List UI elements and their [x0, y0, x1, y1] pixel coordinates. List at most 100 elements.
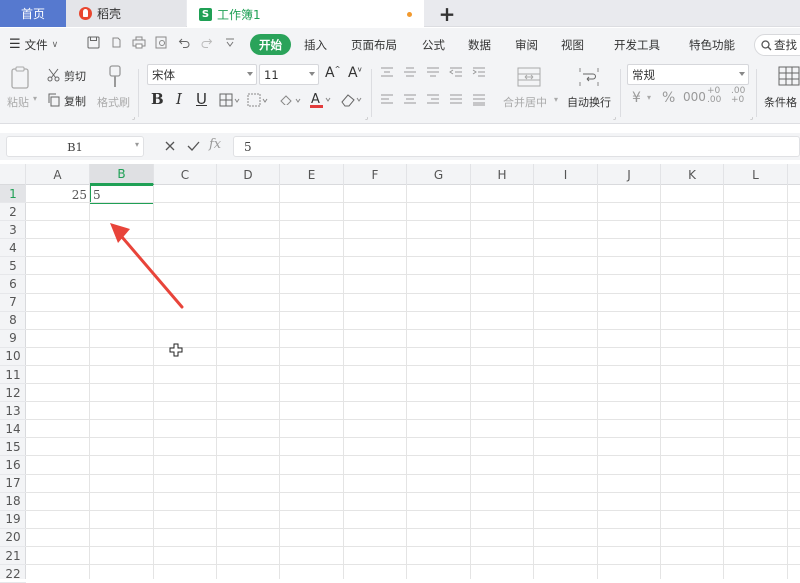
- number-launcher-icon[interactable]: ⌟: [750, 113, 753, 121]
- copy-icon[interactable]: [47, 93, 61, 107]
- column-header-l[interactable]: L: [724, 164, 788, 185]
- column-header-j[interactable]: J: [598, 164, 661, 185]
- border-icon[interactable]: [219, 93, 241, 107]
- row-header-15[interactable]: 15: [0, 438, 26, 457]
- tab-developer[interactable]: 开发工具: [614, 28, 660, 61]
- column-header-k[interactable]: K: [661, 164, 724, 185]
- column-header-h[interactable]: H: [471, 164, 534, 185]
- column-header-g[interactable]: G: [407, 164, 471, 185]
- row-header-20[interactable]: 20: [0, 529, 26, 547]
- column-header-d[interactable]: D: [217, 164, 280, 185]
- thousands-separator-icon[interactable]: 000: [683, 90, 706, 104]
- row-header-1[interactable]: 1: [0, 185, 26, 203]
- conditional-format-icon[interactable]: [778, 66, 800, 88]
- tab-insert[interactable]: 插入: [304, 28, 327, 61]
- column-header-i[interactable]: I: [534, 164, 598, 185]
- tab-view[interactable]: 视图: [561, 28, 584, 61]
- row-header-18[interactable]: 18: [0, 493, 26, 511]
- tab-workbook[interactable]: S 工作簿1: [187, 0, 424, 28]
- row-header-6[interactable]: 6: [0, 276, 26, 294]
- customize-toolbar-icon[interactable]: [225, 38, 235, 47]
- formula-input[interactable]: 5: [233, 136, 800, 157]
- cut-button[interactable]: 剪切: [64, 68, 86, 84]
- underline-icon[interactable]: U: [196, 90, 207, 108]
- save-icon[interactable]: [87, 36, 100, 49]
- currency-icon[interactable]: ¥: [632, 90, 641, 106]
- align-center-icon[interactable]: [403, 94, 417, 106]
- row-header-4[interactable]: 4: [0, 239, 26, 258]
- row-header-14[interactable]: 14: [0, 420, 26, 439]
- row-header-13[interactable]: 13: [0, 402, 26, 421]
- search-command-box[interactable]: 查找: [754, 34, 800, 56]
- redo-icon[interactable]: [200, 36, 213, 49]
- conditional-format-button[interactable]: 条件格: [764, 94, 797, 110]
- format-painter-icon[interactable]: [106, 65, 124, 89]
- cancel-edit-icon[interactable]: [164, 140, 176, 152]
- font-size-select[interactable]: 11: [259, 64, 319, 85]
- number-format-select[interactable]: 常规: [627, 64, 749, 85]
- insert-function-icon[interactable]: fx: [209, 137, 221, 152]
- row-header-12[interactable]: 12: [0, 384, 26, 403]
- file-menu[interactable]: ☰ 文件 ∨: [9, 28, 58, 61]
- merge-dropdown-icon[interactable]: ▾: [554, 95, 558, 104]
- tab-home[interactable]: 首页: [0, 0, 66, 27]
- row-header-17[interactable]: 17: [0, 475, 26, 493]
- tab-features[interactable]: 特色功能: [689, 28, 735, 61]
- column-header-b[interactable]: B: [90, 164, 154, 185]
- scissors-icon[interactable]: [47, 68, 61, 82]
- font-launcher-icon[interactable]: ⌟: [365, 113, 368, 121]
- column-header-a[interactable]: A: [26, 164, 90, 185]
- row-header-2[interactable]: 2: [0, 203, 26, 222]
- font-name-select[interactable]: 宋体: [147, 64, 257, 85]
- eraser-icon[interactable]: [340, 92, 364, 107]
- confirm-edit-icon[interactable]: [187, 140, 200, 152]
- row-header-5[interactable]: 5: [0, 257, 26, 276]
- row-header-19[interactable]: 19: [0, 511, 26, 529]
- row-header-7[interactable]: 7: [0, 294, 26, 312]
- align-bottom-icon[interactable]: [426, 67, 440, 79]
- decrease-font-icon[interactable]: Av: [348, 65, 362, 81]
- indent-decrease-icon[interactable]: [449, 67, 463, 79]
- row-header-8[interactable]: 8: [0, 312, 26, 330]
- tab-data[interactable]: 数据: [468, 28, 491, 61]
- bold-icon[interactable]: B: [151, 90, 164, 108]
- italic-icon[interactable]: I: [176, 90, 182, 108]
- row-header-9[interactable]: 9: [0, 330, 26, 348]
- row-header-22[interactable]: 22: [0, 565, 26, 583]
- increase-decimal-icon[interactable]: +0.00: [707, 87, 721, 105]
- new-tab-button[interactable]: +: [436, 0, 458, 27]
- row-header-21[interactable]: 21: [0, 547, 26, 565]
- percent-icon[interactable]: %: [662, 90, 675, 106]
- merge-cells-icon[interactable]: [517, 66, 541, 88]
- fill-color-icon[interactable]: [279, 93, 303, 107]
- row-header-3[interactable]: 3: [0, 221, 26, 240]
- wrap-text-icon[interactable]: [577, 66, 601, 88]
- justify-icon[interactable]: [449, 94, 463, 106]
- font-color-icon[interactable]: A: [310, 91, 334, 108]
- export-icon[interactable]: [110, 36, 123, 49]
- tab-start[interactable]: 开始: [250, 34, 291, 55]
- wrap-text-button[interactable]: 自动换行: [567, 94, 611, 110]
- align-top-icon[interactable]: [380, 67, 394, 79]
- row-header-16[interactable]: 16: [0, 457, 26, 475]
- currency-dropdown-icon[interactable]: ▾: [647, 93, 651, 102]
- decrease-decimal-icon[interactable]: .00 +0: [731, 87, 745, 105]
- paste-dropdown-icon[interactable]: ▾: [33, 94, 37, 103]
- align-middle-icon[interactable]: [403, 67, 417, 79]
- align-launcher-icon[interactable]: ⌟: [613, 113, 616, 121]
- select-all-corner[interactable]: [0, 164, 26, 185]
- merge-center-button[interactable]: 合并居中: [503, 94, 547, 110]
- copy-button[interactable]: 复制: [64, 93, 86, 109]
- column-header-f[interactable]: F: [344, 164, 407, 185]
- print-icon[interactable]: [132, 36, 146, 49]
- paste-icon[interactable]: [10, 66, 32, 90]
- tab-daoke[interactable]: 稻壳: [66, 0, 186, 27]
- row-header-11[interactable]: 11: [0, 366, 26, 384]
- distributed-align-icon[interactable]: [472, 94, 486, 106]
- align-left-icon[interactable]: [380, 94, 394, 106]
- name-box[interactable]: B1 ▾: [6, 136, 144, 157]
- column-header-e[interactable]: E: [280, 164, 344, 185]
- indent-increase-icon[interactable]: [472, 67, 486, 79]
- align-right-icon[interactable]: [426, 94, 440, 106]
- row-header-10[interactable]: 10: [0, 348, 26, 366]
